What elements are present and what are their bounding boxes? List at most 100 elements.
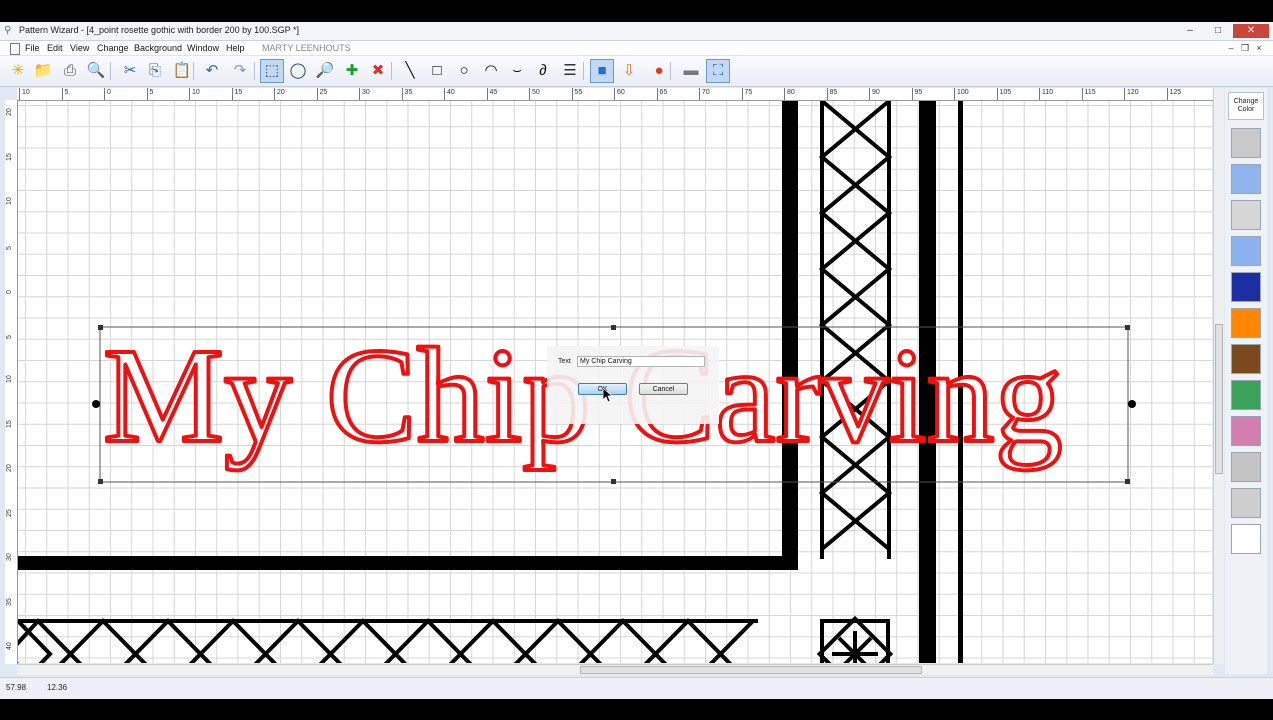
toolbar-separator — [583, 62, 584, 80]
ruler-tick-label: 45 — [489, 89, 498, 96]
color-swatch[interactable] — [1231, 164, 1261, 194]
curve-tool-icon[interactable]: ⌣ — [505, 59, 529, 83]
mouse-cursor-icon — [603, 388, 613, 403]
ruler-tick-label: 15 — [234, 89, 243, 96]
toolbar-separator — [391, 62, 392, 80]
fill-color-icon[interactable]: ■ — [590, 59, 614, 83]
new-icon[interactable]: ✳ — [6, 59, 30, 83]
status-y-coordinate: 12.36 — [47, 683, 68, 692]
ruler-tick-label: 30 — [6, 553, 13, 561]
ruler-tick-mark — [529, 88, 530, 100]
ruler-tick-label: 125 — [1169, 89, 1182, 96]
print-preview-icon[interactable]: 🔍 — [84, 59, 108, 83]
copy-icon[interactable]: ⎘ — [143, 59, 167, 83]
cancel-button[interactable]: Cancel — [639, 383, 688, 395]
zoom-icon[interactable]: 🔎 — [313, 59, 337, 83]
vertical-scroll-thumb[interactable] — [1215, 324, 1223, 474]
rosette-square — [816, 615, 894, 663]
ruler-tick-mark — [1081, 88, 1083, 100]
color-swatch[interactable] — [1231, 416, 1261, 446]
open-folder-icon[interactable]: 📁 — [31, 59, 55, 83]
color-swatch[interactable] — [1231, 452, 1261, 482]
ruler-tick-label: 25 — [319, 89, 328, 96]
toolbar-separator — [254, 62, 255, 80]
menu-background[interactable]: Background — [134, 43, 182, 53]
add-icon[interactable]: ✚ — [340, 59, 364, 83]
ruler-tick-mark — [1166, 88, 1168, 100]
close-button[interactable]: ✕ — [1233, 24, 1269, 38]
freehand-tool-icon[interactable]: ∂ — [531, 59, 555, 83]
color-swatch[interactable] — [1231, 272, 1261, 302]
paste-icon[interactable]: 📋 — [170, 59, 194, 83]
ruler-tick-label: 5 — [6, 245, 13, 250]
horizontal-scrollbar[interactable] — [17, 664, 1213, 675]
rectangle-tool-icon[interactable]: □ — [425, 59, 449, 83]
thick-border-horizontal — [18, 556, 798, 570]
ruler-tick-mark — [19, 88, 20, 100]
ruler-tick-label: 55 — [574, 89, 583, 96]
ruler-tick-mark — [231, 88, 233, 100]
arc-tool-icon[interactable]: ◠ — [479, 59, 503, 83]
ruler-tick-label: 20 — [6, 464, 13, 472]
select-rectangle-icon[interactable]: ⬚ — [260, 59, 284, 83]
maximize-button[interactable]: □ — [1205, 24, 1231, 38]
menu-window[interactable]: Window — [187, 43, 219, 53]
menu-help[interactable]: Help — [226, 43, 245, 53]
ellipse-tool-icon[interactable]: ○ — [452, 59, 476, 83]
status-x-coordinate: 57.98 — [6, 683, 27, 692]
ruler-tick-label: 15 — [6, 419, 13, 428]
menu-change[interactable]: Change — [97, 43, 129, 53]
menu-view[interactable]: View — [70, 43, 89, 53]
ruler-tick-label: 120 — [1127, 89, 1139, 96]
mdi-restore-button[interactable]: ❐ — [1240, 43, 1250, 54]
zoom-fit-icon[interactable]: ⛶ — [706, 59, 730, 83]
document-icon[interactable] — [10, 43, 20, 55]
status-bar: 57.98 12.36 — [0, 677, 1273, 699]
text-input[interactable] — [577, 356, 705, 367]
ruler-tick-label: 60 — [617, 89, 625, 96]
color-swatch[interactable] — [1231, 524, 1261, 554]
ruler-tick-label: 110 — [1042, 89, 1054, 96]
text-edit-dialog: Text OK Cancel — [547, 346, 719, 424]
text-tool-icon[interactable]: ☰ — [558, 59, 582, 83]
ruler-tick-mark — [359, 88, 360, 100]
color-swatch[interactable] — [1231, 128, 1261, 158]
ruler-tick-label: 90 — [872, 89, 880, 96]
ruler-tick-label: 70 — [702, 89, 710, 96]
color-swatch[interactable] — [1231, 308, 1261, 338]
ruler-tick-mark — [316, 88, 318, 100]
print-icon[interactable]: ⎙ — [58, 59, 82, 83]
import-icon[interactable]: ⇩ — [617, 59, 641, 83]
drawing-canvas[interactable]: My Chip Carving Text OK Cancel — [18, 101, 1212, 663]
horizontal-scroll-thumb[interactable] — [580, 666, 922, 674]
minimize-button[interactable]: – — [1177, 24, 1203, 38]
application-window: ⚲ Pattern Wizard - [4_point rosette goth… — [0, 22, 1273, 699]
vertical-scrollbar[interactable] — [1213, 88, 1224, 664]
color-swatch[interactable] — [1231, 200, 1261, 230]
redo-icon[interactable]: ↷ — [228, 59, 252, 83]
ruler-tick-mark — [699, 88, 700, 100]
color-swatch[interactable] — [1231, 488, 1261, 518]
color-swatch[interactable] — [1231, 380, 1261, 410]
lasso-icon[interactable]: ◯ — [286, 59, 310, 83]
delete-icon[interactable]: ✖ — [366, 59, 390, 83]
menu-file[interactable]: File — [25, 43, 40, 53]
mdi-close-button[interactable]: × — [1254, 43, 1264, 53]
record-icon[interactable]: ● — [647, 59, 671, 83]
ruler-tick-mark — [189, 88, 190, 100]
undo-icon[interactable]: ↶ — [200, 59, 224, 83]
ruler-tick-mark — [486, 88, 488, 100]
color-swatch[interactable] — [1231, 236, 1261, 266]
change-color-button[interactable]: Change Color — [1228, 92, 1264, 120]
color-swatch[interactable] — [1231, 344, 1261, 374]
ruler-tick-mark — [911, 88, 913, 100]
ruler-tick-mark — [146, 88, 148, 100]
ruler-tick-label: 0 — [6, 290, 13, 294]
mdi-minimize-button[interactable]: – — [1226, 43, 1236, 53]
ruler-tick-label: 10 — [6, 375, 13, 383]
menu-edit[interactable]: Edit — [47, 43, 63, 53]
ruler-tick-mark — [444, 88, 445, 100]
background-icon[interactable]: ▬ — [679, 59, 703, 83]
cut-icon[interactable]: ✂ — [118, 59, 142, 83]
line-tool-icon[interactable]: ╲ — [398, 59, 422, 83]
